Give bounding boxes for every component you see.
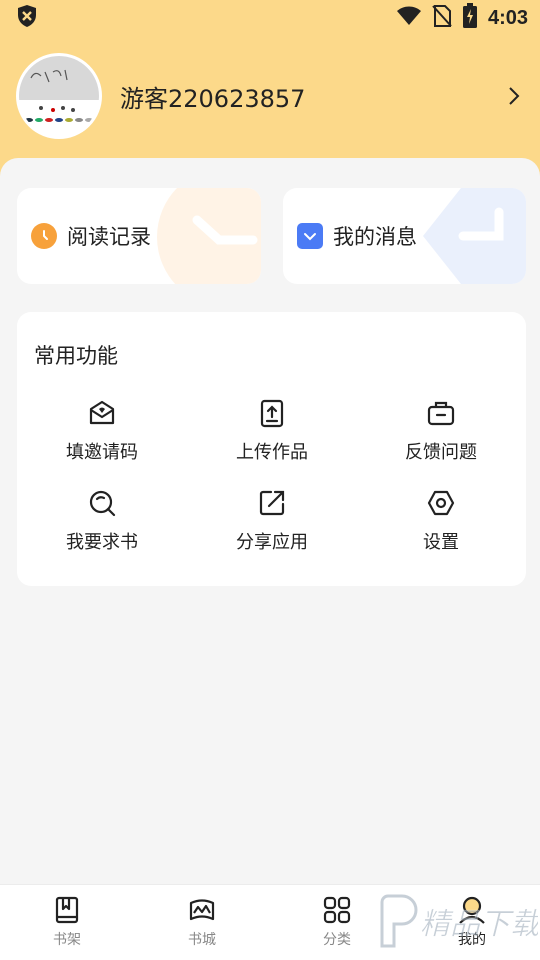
- feature-label: 分享应用: [236, 532, 308, 553]
- nav-label: 分类: [323, 932, 351, 948]
- status-time: 4:03: [487, 6, 528, 29]
- nav-bookshelf[interactable]: 书架: [27, 895, 107, 949]
- invite-envelope-icon: [89, 400, 115, 425]
- nav-mine[interactable]: 我的: [432, 895, 512, 949]
- profile-row[interactable]: 游客220623857: [16, 52, 526, 140]
- chevron-right-icon[interactable]: [502, 84, 526, 108]
- shield-icon: [16, 4, 38, 32]
- my-messages-card[interactable]: 我的消息: [283, 188, 526, 284]
- feature-settings[interactable]: 设置: [356, 488, 526, 568]
- my-messages-label: 我的消息: [333, 225, 417, 249]
- status-bar: 4:03: [0, 0, 540, 36]
- feature-label: 设置: [423, 532, 459, 553]
- category-grid-icon: [323, 896, 351, 924]
- nav-label: 书架: [53, 932, 81, 948]
- features-title: 常用功能: [34, 344, 118, 368]
- profile-icon: [459, 896, 485, 924]
- no-sim-icon: [432, 4, 452, 32]
- feature-feedback[interactable]: 反馈问题: [356, 398, 526, 478]
- message-icon: [297, 223, 323, 249]
- feature-label: 填邀请码: [66, 442, 138, 463]
- feature-invite-code[interactable]: 填邀请码: [17, 398, 187, 478]
- feature-label: 我要求书: [66, 532, 138, 553]
- search-request-icon: [89, 490, 116, 517]
- feature-request-book[interactable]: 我要求书: [17, 488, 187, 568]
- feature-label: 反馈问题: [405, 442, 477, 463]
- share-icon: [259, 490, 285, 516]
- username: 游客220623857: [120, 84, 306, 113]
- feedback-briefcase-icon: [427, 401, 455, 426]
- feature-upload-work[interactable]: 上传作品: [187, 398, 357, 478]
- avatar[interactable]: [16, 53, 102, 139]
- reading-history-label: 阅读记录: [67, 225, 151, 249]
- feature-label: 上传作品: [236, 442, 308, 463]
- common-features-card: 常用功能 填邀请码 上传作品 反馈问题 我要求书 分享应用 设置: [17, 312, 526, 586]
- nav-label: 书城: [188, 932, 216, 948]
- wifi-icon: [396, 6, 422, 30]
- nav-category[interactable]: 分类: [297, 895, 377, 949]
- reading-history-card[interactable]: 阅读记录: [17, 188, 261, 284]
- clock-decoration: [157, 188, 261, 284]
- clock-icon: [31, 223, 57, 249]
- message-decoration: [423, 188, 526, 284]
- battery-charging-icon: [462, 3, 478, 33]
- bookshelf-icon: [55, 896, 79, 924]
- nav-bookstore[interactable]: 书城: [162, 895, 242, 949]
- settings-hexagon-icon: [427, 490, 455, 516]
- bookstore-icon: [189, 899, 215, 921]
- nav-label: 我的: [458, 932, 486, 948]
- feature-share-app[interactable]: 分享应用: [187, 488, 357, 568]
- bottom-navigation: 书架 书城 分类 我的: [0, 884, 540, 960]
- upload-icon: [260, 399, 284, 428]
